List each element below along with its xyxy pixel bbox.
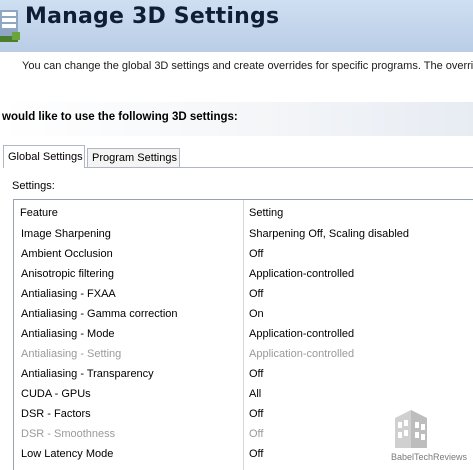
feature-cell: Antialiasing - Mode: [21, 328, 115, 340]
settings-label: Settings:: [12, 180, 55, 192]
feature-cell: Low Latency Mode: [21, 448, 114, 460]
setting-cell[interactable]: Application-controlled: [249, 348, 354, 360]
setting-cell[interactable]: All: [249, 388, 261, 400]
setting-cell[interactable]: Off: [249, 368, 263, 380]
feature-cell: Antialiasing - FXAA: [21, 288, 116, 300]
feature-cell: DSR - Smoothness: [21, 428, 116, 440]
setting-cell[interactable]: Sharpening Off, Scaling disabled: [249, 228, 409, 240]
feature-cell: Ambient Occlusion: [21, 248, 113, 260]
watermark-text: BabelTechReviews: [390, 452, 467, 462]
feature-cell: CUDA - GPUs: [21, 388, 91, 400]
setting-cell[interactable]: On: [249, 308, 264, 320]
feature-cell: Antialiasing - Setting: [21, 348, 122, 360]
feature-cell: Antialiasing - Transparency: [21, 368, 154, 380]
feature-cell: Image Sharpening: [21, 228, 111, 240]
setting-cell[interactable]: Off: [249, 408, 263, 420]
page-description: You can change the global 3D settings an…: [22, 60, 473, 72]
feature-cell: Anisotropic filtering: [21, 268, 114, 280]
nvidia-3d-settings-icon: [0, 10, 20, 42]
table-header: Feature Setting: [14, 200, 473, 225]
setting-cell[interactable]: Off: [249, 448, 263, 460]
table-row[interactable]: Antialiasing - Mode Application-controlle…: [14, 325, 473, 345]
feature-column-header[interactable]: Feature: [20, 207, 58, 219]
setting-cell[interactable]: Application-controlled: [249, 328, 354, 340]
setting-cell[interactable]: Off: [249, 248, 263, 260]
table-row[interactable]: Image Sharpening Sharpening Off, Scaling …: [14, 225, 473, 245]
setting-cell[interactable]: Off: [249, 288, 263, 300]
table-row[interactable]: Antialiasing - Setting Application-contro…: [14, 345, 473, 365]
setting-column-header[interactable]: Setting: [249, 207, 283, 219]
feature-cell: Antialiasing - Gamma correction: [21, 308, 178, 320]
table-row[interactable]: Antialiasing - Gamma correction On: [14, 305, 473, 325]
setting-cell[interactable]: Application-controlled: [249, 268, 354, 280]
table-row[interactable]: Anisotropic filtering Application-control…: [14, 265, 473, 285]
page-header: Manage 3D Settings: [0, 0, 473, 52]
tab-program-settings[interactable]: Program Settings: [87, 148, 180, 168]
table-row[interactable]: Ambient Occlusion Off: [14, 245, 473, 265]
feature-cell: DSR - Factors: [21, 408, 91, 420]
table-row[interactable]: Antialiasing - FXAA Off: [14, 285, 473, 305]
table-row[interactable]: Antialiasing - Transparency Off: [14, 365, 473, 385]
table-row[interactable]: CUDA - GPUs All: [14, 385, 473, 405]
page-title: Manage 3D Settings: [25, 4, 280, 29]
settings-question: would like to use the following 3D setti…: [2, 111, 238, 123]
setting-cell[interactable]: Off: [249, 428, 263, 440]
tab-global-settings[interactable]: Global Settings: [3, 145, 85, 168]
